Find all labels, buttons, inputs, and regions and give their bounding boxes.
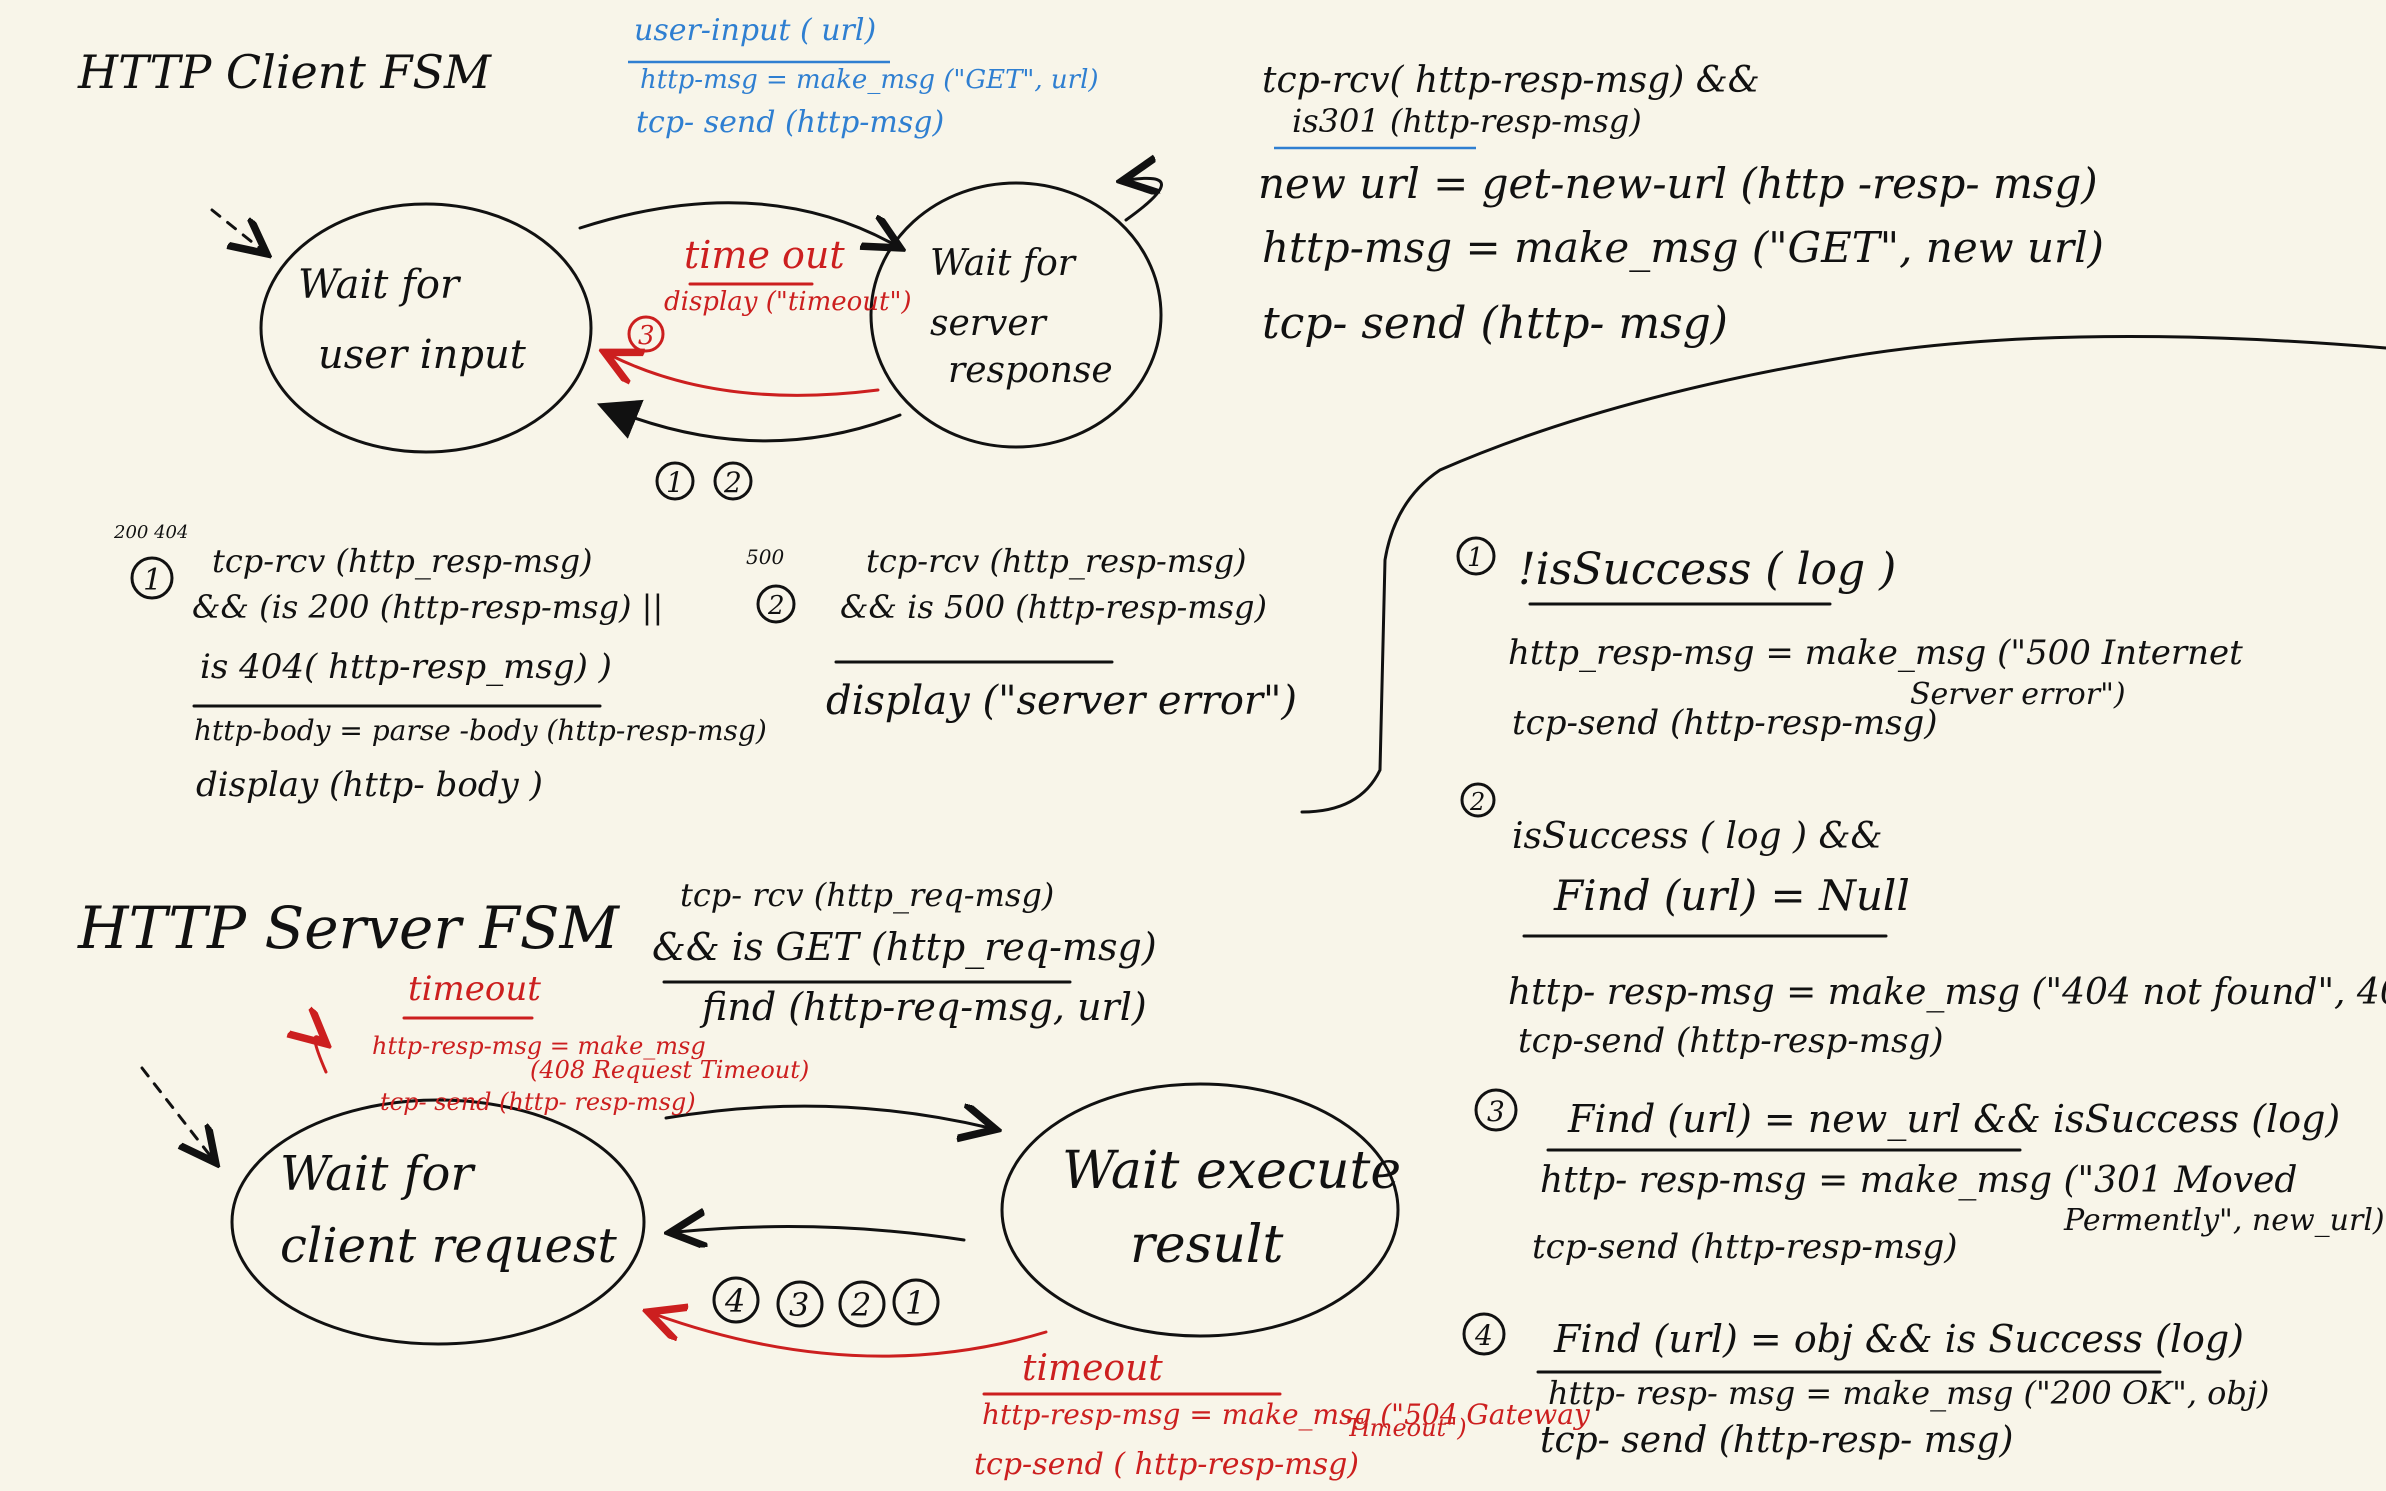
client-case-2: 500 2 tcp-rcv (http_resp-msg) && is 500 … [746,542,1297,724]
state-wait-execute-result-label: Wait execute result [1062,1141,1418,1275]
svg-text:isSuccess ( log ) &&: isSuccess ( log ) && [1512,816,1883,857]
svg-text:2: 2 [767,591,785,621]
svg-text:http-msg = make_msg ("GET", ur: http-msg = make_msg ("GET", url) [640,65,1099,95]
svg-text:tcp- send (http-resp- msg): tcp- send (http-resp- msg) [1540,1420,2013,1461]
svg-text:tcp-rcv (http_resp-msg): tcp-rcv (http_resp-msg) [212,542,593,580]
svg-text:display (http- body ): display (http- body ) [196,765,543,805]
svg-text:1: 1 [1467,543,1484,573]
svg-text:Find (url) = new_url && isSucc: Find (url) = new_url && isSuccess (log) [1567,1097,2340,1142]
svg-text:http_resp-msg = make_msg ("500: http_resp-msg = make_msg ("500 Internet [1508,633,2243,673]
server-case-4: 4 Find (url) = obj && is Success (log) h… [1462,1312,2269,1461]
svg-text:is301 (http-resp-msg): is301 (http-resp-msg) [1292,102,1642,140]
svg-text:display ("timeout"): display ("timeout") [664,287,912,317]
svg-text:&& (is 200 (http-resp-msg) ||: && (is 200 (http-resp-msg) || [192,588,663,626]
svg-text:2: 2 [1469,788,1485,816]
svg-text:user-input ( url): user-input ( url) [634,13,876,48]
svg-text:tcp- rcv (http_req-msg): tcp- rcv (http_req-msg) [680,876,1054,914]
state-wait-execute-result [1000,1082,1400,1338]
svg-text:1: 1 [666,466,684,499]
server-timeout-loop-arrow [315,1037,326,1074]
svg-text:new url = get-new-url (http -r: new url = get-new-url (http -resp- msg) [1258,159,2098,208]
server-return-arrow [676,1227,966,1240]
server-timeout-bottom-label: timeout http-resp-msg = make_msg ("504 G… [974,1348,1591,1482]
svg-text:display ("server error"): display ("server error") [826,678,1297,724]
svg-text:Timeout"): Timeout") [1346,1414,1467,1442]
svg-text:tcp-send (http-resp-msg): tcp-send (http-resp-msg) [1532,1227,1958,1267]
state-wait-user-input [259,202,593,454]
svg-text:1: 1 [143,563,162,598]
svg-text:http- resp-msg = make_msg ("30: http- resp-msg = make_msg ("301 Moved [1540,1160,2297,1201]
state-wait-server-response-label: Wait for server response [930,243,1113,391]
svg-text:(408 Request Timeout): (408 Request Timeout) [530,1056,809,1084]
svg-text:http-resp-msg = make_msg ("504: http-resp-msg = make_msg ("504 Gateway [982,1398,1591,1431]
server-timeout-bottom-arrow [654,1314,1048,1358]
client-initial-arrow [210,208,262,250]
state-wait-client-request-label: Wait for client request [280,1146,617,1274]
svg-text:tcp-rcv( http-resp-msg) &&: tcp-rcv( http-resp-msg) && [1262,60,1760,101]
svg-text:is 404( http-resp_msg) ): is 404( http-resp_msg) ) [200,647,612,687]
fsm-diagram-canvas: HTTP Client FSM Wait for user input Wait… [77,13,2386,1482]
svg-text:tcp-send (http-resp-msg): tcp-send (http-resp-msg) [1512,703,1938,743]
client-timeout-arrow [610,355,880,397]
svg-text:http- resp-msg = make_msg ("40: http- resp-msg = make_msg ("404 not foun… [1508,972,2386,1013]
svg-text:Find (url) = obj && is Success: Find (url) = obj && is Success (log) [1553,1317,2244,1361]
svg-text:Server error"): Server error") [1910,677,2126,712]
svg-text:http- resp- msg = make_msg ("2: http- resp- msg = make_msg ("200 OK", ob… [1548,1374,2269,1412]
svg-text:tcp- send (http- resp-msg): tcp- send (http- resp-msg) [380,1088,696,1116]
server-initial-arrow [140,1066,212,1158]
svg-text:http-msg = make_msg ("GET", ne: http-msg = make_msg ("GET", new url) [1262,223,2104,272]
client-send-transition-label: user-input ( url) http-msg = make_msg ("… [628,13,1099,140]
client-self-loop-label: tcp-rcv( http-resp-msg) && is301 (http-r… [1258,60,2104,349]
svg-text:2: 2 [723,466,742,499]
server-fsm-title: HTTP Server FSM [77,894,621,962]
client-self-loop-arrow [1126,178,1163,222]
svg-text:&& is GET (http_req-msg): && is GET (http_req-msg) [652,925,1157,970]
svg-text:500: 500 [746,545,784,569]
svg-text:find (http-req-msg, url): find (http-req-msg, url) [699,985,1147,1029]
svg-text:!isSuccess ( log ): !isSuccess ( log ) [1518,544,1896,595]
svg-text:1: 1 [905,1284,925,1322]
svg-text:timeout: timeout [408,969,541,1009]
server-case-1: 1 !isSuccess ( log ) http_resp-msg = mak… [1456,536,2243,743]
svg-text:200 404: 200 404 [113,522,188,543]
svg-text:4: 4 [724,1282,745,1320]
svg-text:tcp-rcv (http_resp-msg): tcp-rcv (http_resp-msg) [866,542,1247,580]
client-return-arrow [596,399,902,443]
svg-text:4: 4 [1474,1319,1493,1352]
client-return-case-numbers: 1 2 [655,461,753,501]
svg-text:3: 3 [1487,1095,1505,1128]
svg-text:Permently", new_url): Permently", new_url) [2063,1203,2385,1238]
server-find-transition-arrow [664,1106,990,1128]
svg-text:tcp- send (http-msg): tcp- send (http-msg) [636,105,944,140]
svg-text:timeout: timeout [1022,1348,1163,1389]
client-fsm-title: HTTP Client FSM [77,45,493,99]
svg-text:tcp-send ( http-resp-msg): tcp-send ( http-resp-msg) [974,1447,1359,1482]
svg-text:http-body = parse -body (http-: http-body = parse -body (http-resp-msg) [194,714,767,747]
svg-text:Find (url) = Null: Find (url) = Null [1553,871,1910,920]
server-find-transition-label: tcp- rcv (http_req-msg) && is GET (http_… [652,876,1157,1029]
server-case-2: 2 isSuccess ( log ) && Find (url) = Null… [1460,782,2386,1061]
state-wait-user-input-label: Wait for user input [298,262,527,378]
svg-text:&& is 500 (http-resp-msg): && is 500 (http-resp-msg) [840,588,1267,626]
svg-text:tcp- send (http- msg): tcp- send (http- msg) [1262,298,1728,349]
svg-text:3: 3 [789,1286,809,1324]
client-case-1: 200 404 1 tcp-rcv (http_resp-msg) && (is… [113,522,767,805]
server-case-3: 3 Find (url) = new_url && isSuccess (log… [1474,1088,2385,1267]
svg-text:3: 3 [638,321,655,351]
svg-text:time out: time out [684,233,845,277]
svg-text:2: 2 [850,1286,871,1324]
client-timeout-label: time out 3 display ("timeout") [627,233,912,353]
server-return-case-numbers: 4 3 2 1 [712,1276,940,1328]
svg-text:tcp-send (http-resp-msg): tcp-send (http-resp-msg) [1518,1021,1944,1061]
